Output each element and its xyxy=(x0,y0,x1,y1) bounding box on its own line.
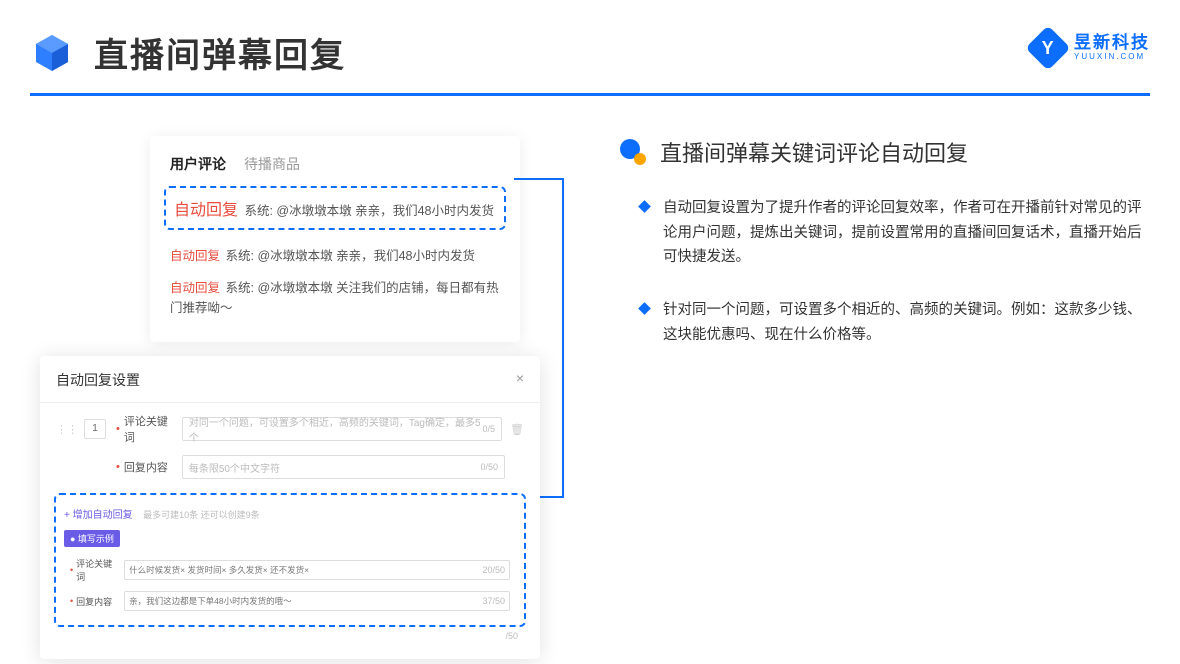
example-badge: ● 填写示例 xyxy=(64,530,120,547)
drag-icon[interactable]: ⋮⋮ xyxy=(56,423,78,436)
keyword-label: 评论关键词 xyxy=(124,413,176,445)
ex-keyword-label: 评论关键词 xyxy=(76,557,120,583)
tab-products[interactable]: 待播商品 xyxy=(244,154,300,174)
content-input[interactable]: 每条限50个中文字符 0/50 xyxy=(182,455,505,479)
close-icon[interactable]: × xyxy=(516,370,524,390)
settings-modal: 自动回复设置 × ⋮⋮ 1 • 评论关键词 对同一个问题，可设置多个相近，高频的… xyxy=(40,356,540,659)
comment-text: 系统: @冰墩墩本墩 亲亲，我们48小时内发货 xyxy=(244,204,494,218)
add-hint: 最多可建10条 还可以创建9条 xyxy=(143,510,260,520)
tab-comments[interactable]: 用户评论 xyxy=(170,154,226,174)
brand-icon: Y xyxy=(1025,25,1070,70)
highlighted-comment: 自动回复 系统: @冰墩墩本墩 亲亲，我们48小时内发货 xyxy=(164,186,506,230)
example-section: + 增加自动回复 最多可建10条 还可以创建9条 ● 填写示例 • 评论关键词 … xyxy=(54,493,526,627)
comment-row: 自动回复 系统: @冰墩墩本墩 关注我们的店铺，每日都有热门推荐呦～ xyxy=(150,272,520,324)
comment-text: 系统: @冰墩墩本墩 亲亲，我们48小时内发货 xyxy=(226,249,476,263)
comment-row: 自动回复 系统: @冰墩墩本墩 亲亲，我们48小时内发货 xyxy=(150,240,520,272)
logo-cube-icon xyxy=(30,31,74,75)
section-title: 直播间弹幕关键词评论自动回复 xyxy=(660,136,968,168)
auto-reply-tag: 自动回复 xyxy=(170,281,220,295)
ex-content-text: 亲，我们这边都是下单48小时内发货的哦～ 37/50 xyxy=(124,591,510,611)
ex-keyword-tags: 什么时候发货× 发货时间× 多久发货× 还不发货× 20/50 xyxy=(124,560,510,580)
rule-number: 1 xyxy=(84,419,106,439)
bullet-icon xyxy=(638,200,651,213)
bullet-text-2: 针对同一个问题，可设置多个相近的、高频的关键词。例如：这款多少钱、这块能优惠吗、… xyxy=(663,298,1150,347)
modal-title: 自动回复设置 xyxy=(56,370,140,390)
bullet-icon xyxy=(638,302,651,315)
ex-content-label: 回复内容 xyxy=(76,595,120,608)
auto-reply-tag: 自动回复 xyxy=(170,249,220,263)
page-title: 直播间弹幕回复 xyxy=(94,28,346,77)
auto-reply-tag: 自动回复 xyxy=(174,202,238,219)
comments-panel: 用户评论 待播商品 自动回复 系统: @冰墩墩本墩 亲亲，我们48小时内发货 自… xyxy=(150,136,520,342)
brand-name-cn: 昱新科技 xyxy=(1074,34,1150,53)
content-label: 回复内容 xyxy=(124,459,176,475)
delete-icon[interactable]: 🗑 xyxy=(510,423,524,436)
required-dot: • xyxy=(116,461,120,473)
brand-name-en: YUUXIN.COM xyxy=(1074,53,1150,62)
required-dot: • xyxy=(116,423,120,435)
bullet-text-1: 自动回复设置为了提升作者的评论回复效率，作者可在开播前针对常见的评论用户问题，提… xyxy=(663,196,1150,270)
bottom-counter: /50 xyxy=(40,627,540,641)
bubble-icon xyxy=(620,139,646,165)
add-reply-link[interactable]: + 增加自动回复 xyxy=(64,506,133,521)
brand-logo: Y 昱新科技 YUUXIN.COM xyxy=(1032,32,1150,64)
keyword-input[interactable]: 对同一个问题，可设置多个相近，高频的关键词，Tag确定，最多5个 0/5 xyxy=(182,417,502,441)
